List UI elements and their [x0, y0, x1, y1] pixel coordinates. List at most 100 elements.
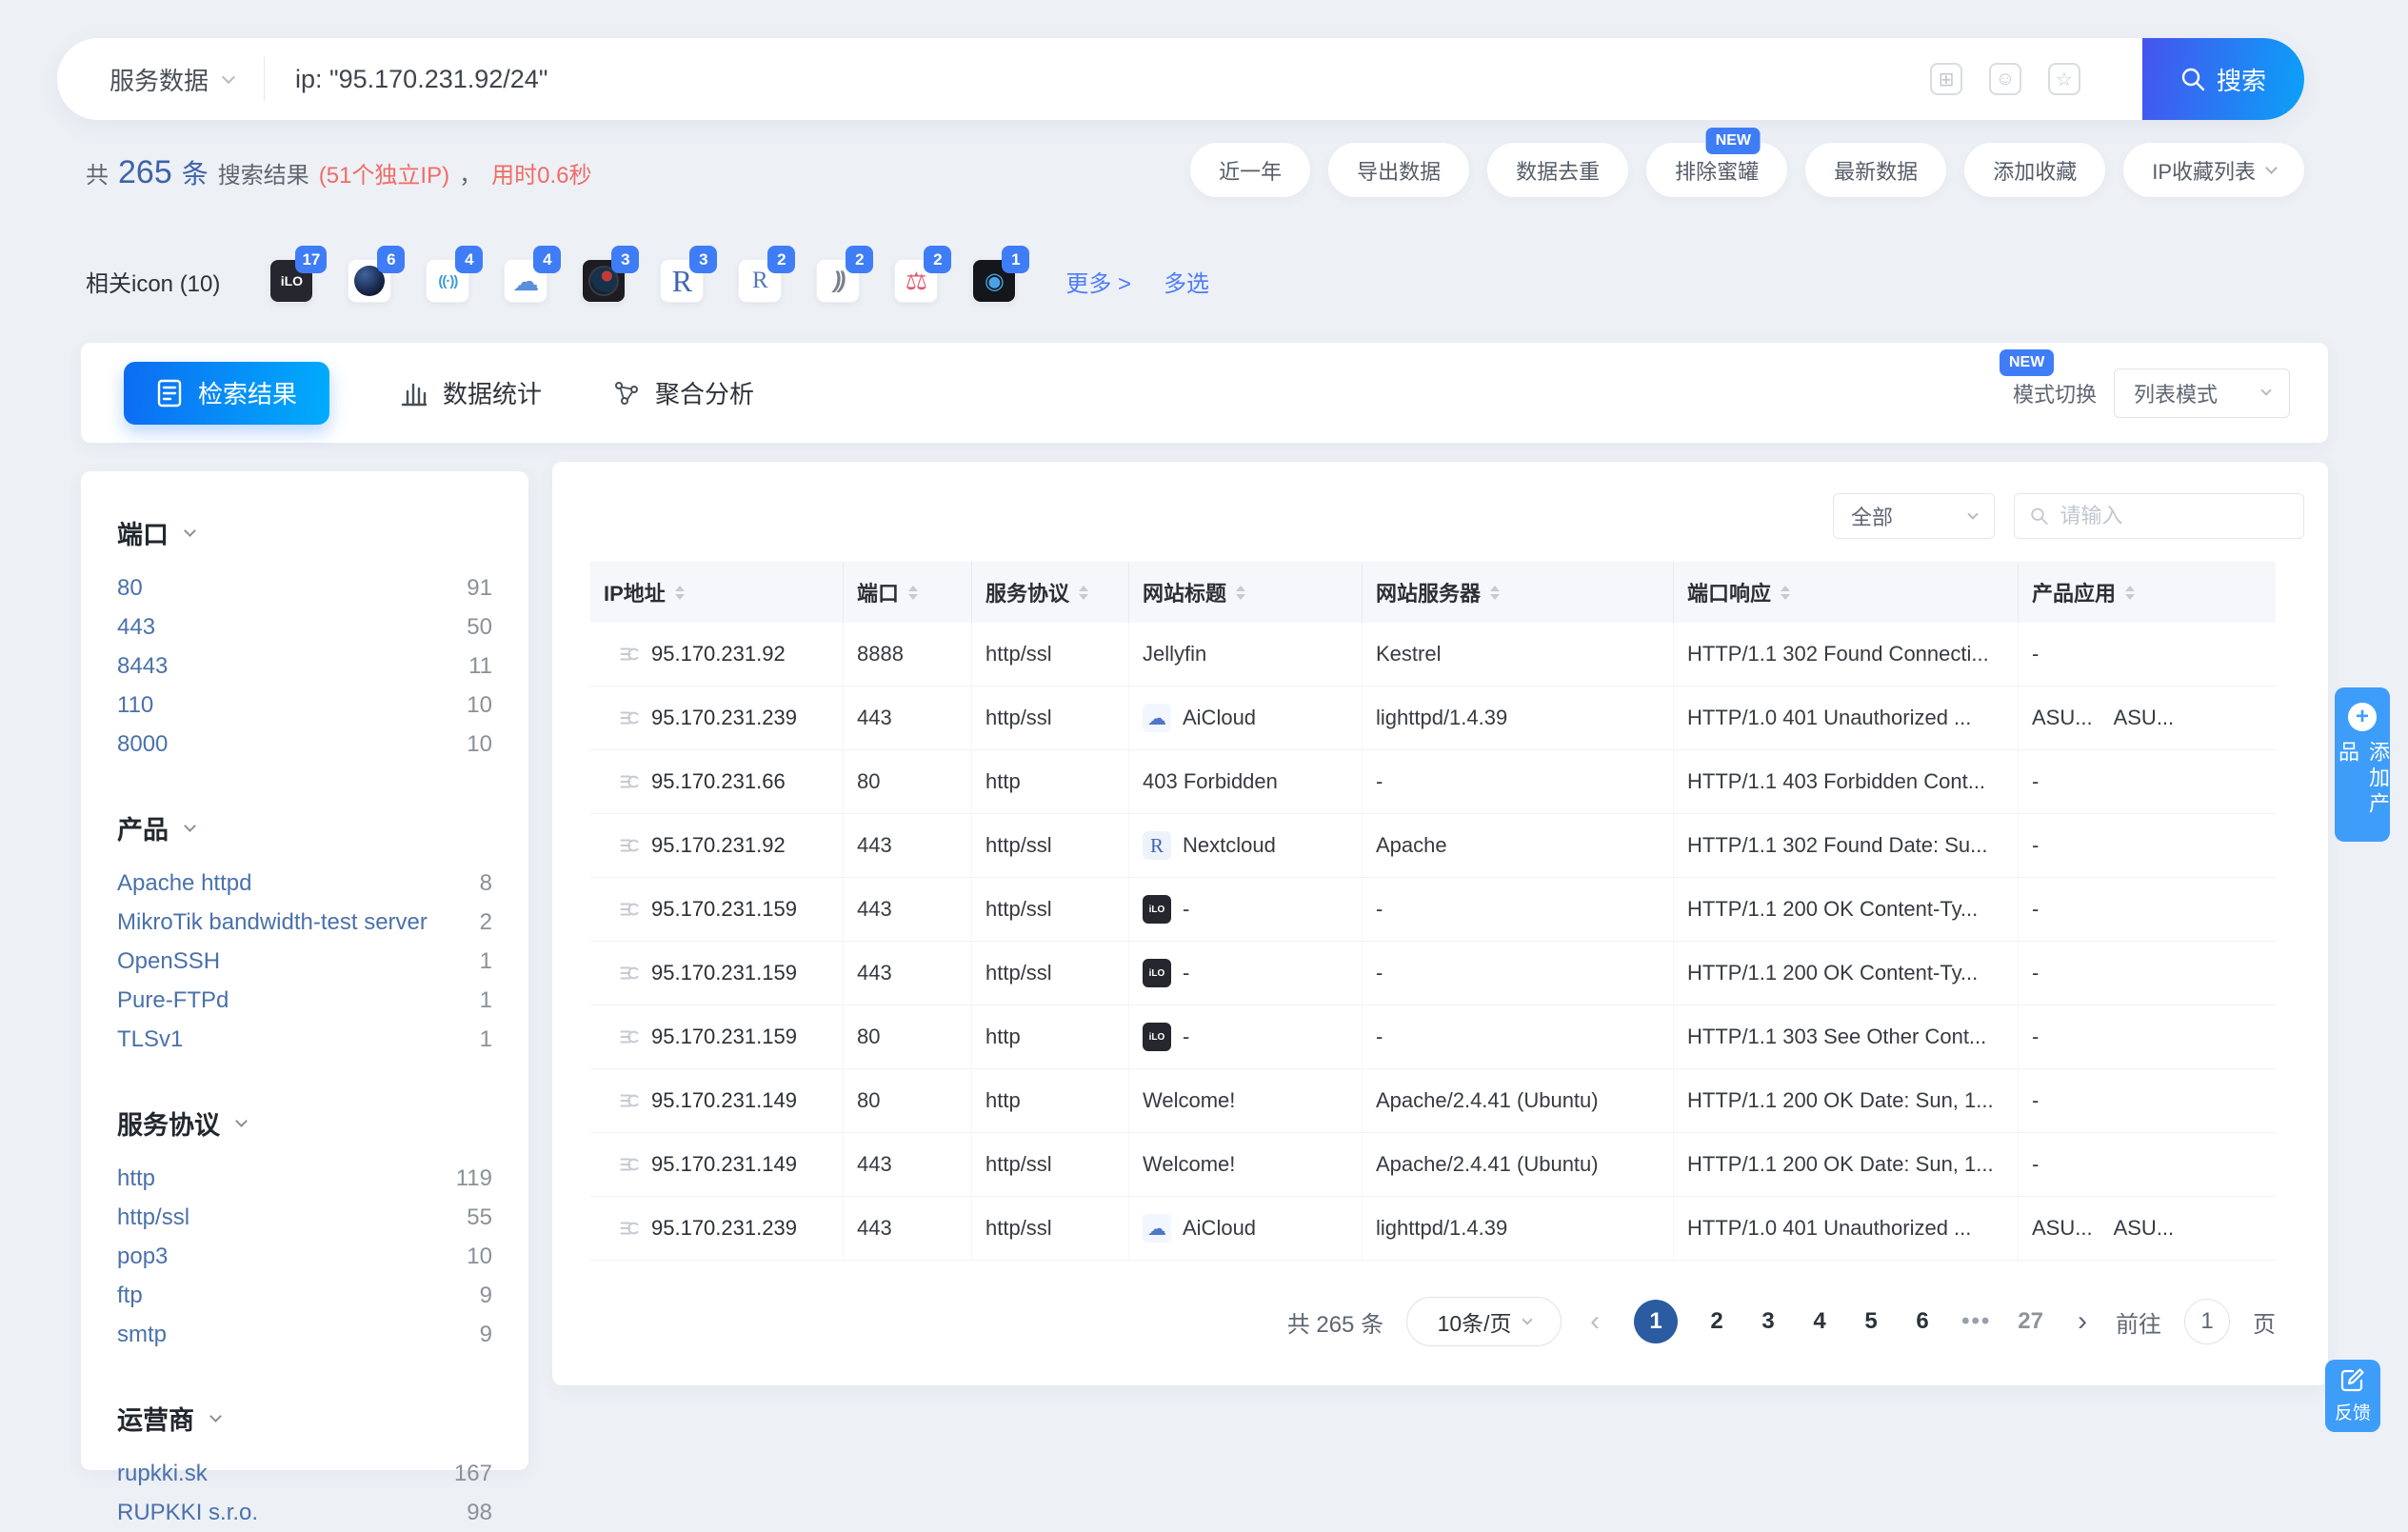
- tab-search-results[interactable]: 检索结果: [124, 362, 329, 425]
- table-row[interactable]: 95.170.231.66 80 http 403 Forbidden - HT…: [590, 750, 2276, 814]
- facet-item-name[interactable]: http: [117, 1165, 155, 1192]
- ip-cell[interactable]: 95.170.231.159: [590, 1005, 843, 1068]
- ip-address[interactable]: 95.170.231.66: [651, 769, 786, 794]
- table-row[interactable]: 95.170.231.92 443 http/ssl Nextcloud Apa…: [590, 814, 2276, 878]
- sort-icon[interactable]: [1490, 586, 1500, 600]
- facet-item-name[interactable]: ftp: [117, 1283, 143, 1309]
- action-button[interactable]: IP收藏列表: [2123, 143, 2304, 197]
- sort-icon[interactable]: [1236, 586, 1245, 600]
- ip-detail-icon[interactable]: [619, 1154, 640, 1175]
- ip-address[interactable]: 95.170.231.239: [651, 706, 797, 730]
- ip-detail-icon[interactable]: [619, 835, 640, 856]
- facet-item[interactable]: OpenSSH 1: [117, 942, 492, 981]
- table-header-cell[interactable]: 服务协议: [971, 562, 1128, 623]
- facet-item-name[interactable]: rupkki.sk: [117, 1461, 208, 1487]
- per-page-select[interactable]: 10条/页: [1406, 1297, 1562, 1346]
- sort-icon[interactable]: [908, 586, 918, 600]
- related-icon-item[interactable]: 6: [348, 259, 391, 303]
- ip-address[interactable]: 95.170.231.159: [651, 961, 797, 985]
- facet-item[interactable]: TLSv1 1: [117, 1020, 492, 1059]
- facet-section-title[interactable]: 服务协议: [117, 1104, 492, 1142]
- page-button[interactable]: 2: [1704, 1308, 1729, 1335]
- facet-item-name[interactable]: 443: [117, 614, 155, 641]
- action-button[interactable]: 导出数据: [1328, 143, 1469, 197]
- star-frame-icon[interactable]: ☆: [2048, 63, 2080, 95]
- table-row[interactable]: 95.170.231.149 80 http Welcome! Apache/2…: [590, 1069, 2276, 1133]
- ip-cell[interactable]: 95.170.231.92: [590, 814, 843, 877]
- search-button[interactable]: 搜索: [2142, 38, 2304, 120]
- facet-item-name[interactable]: http/ssl: [117, 1204, 189, 1231]
- facet-item[interactable]: smtp 9: [117, 1315, 492, 1354]
- action-button[interactable]: NEW 排除蜜罐: [1646, 143, 1787, 197]
- page-button[interactable]: 4: [1807, 1308, 1832, 1335]
- facet-item-name[interactable]: pop3: [117, 1244, 168, 1270]
- page-button[interactable]: 1: [1634, 1300, 1678, 1343]
- goto-page-input[interactable]: 1: [2184, 1299, 2230, 1344]
- facet-item[interactable]: ftp 9: [117, 1276, 492, 1315]
- facet-section-title[interactable]: 产品: [117, 809, 492, 846]
- facet-item[interactable]: rupkki.sk 167: [117, 1454, 492, 1493]
- more-link[interactable]: 更多 >: [1065, 265, 1131, 298]
- sort-icon[interactable]: [2125, 586, 2135, 600]
- ip-cell[interactable]: 95.170.231.159: [590, 878, 843, 941]
- table-header-cell[interactable]: 端口: [843, 562, 971, 623]
- table-header-cell[interactable]: 网站服务器: [1362, 562, 1673, 623]
- page-button[interactable]: 5: [1859, 1308, 1883, 1335]
- search-input[interactable]: [295, 65, 1930, 94]
- facet-item[interactable]: 8000 10: [117, 725, 492, 764]
- related-icon-item[interactable]: R 2: [738, 259, 782, 303]
- facet-section-title[interactable]: 运营商: [117, 1400, 492, 1437]
- facet-item-name[interactable]: OpenSSH: [117, 948, 220, 975]
- ip-cell[interactable]: 95.170.231.239: [590, 1197, 843, 1260]
- ip-detail-icon[interactable]: [619, 644, 640, 665]
- table-row[interactable]: 95.170.231.149 443 http/ssl Welcome! Apa…: [590, 1133, 2276, 1197]
- facet-item-name[interactable]: TLSv1: [117, 1026, 183, 1053]
- related-icon-item[interactable]: )) 2: [816, 259, 860, 303]
- search-category-select[interactable]: 服务数据: [109, 62, 233, 97]
- ip-address[interactable]: 95.170.231.239: [651, 1216, 797, 1241]
- ip-address[interactable]: 95.170.231.159: [651, 897, 797, 922]
- related-icon-item[interactable]: ◉ 1: [972, 259, 1016, 303]
- chat-frame-icon[interactable]: ☺: [1989, 63, 2021, 95]
- table-row[interactable]: 95.170.231.239 443 http/ssl AiCloud ligh…: [590, 686, 2276, 750]
- facet-item-name[interactable]: Pure-FTPd: [117, 987, 229, 1014]
- ip-cell[interactable]: 95.170.231.92: [590, 623, 843, 686]
- facet-item[interactable]: 80 91: [117, 568, 492, 607]
- table-header-cell[interactable]: 产品应用: [2018, 562, 2276, 623]
- ip-cell[interactable]: 95.170.231.149: [590, 1133, 843, 1196]
- facet-item-name[interactable]: 80: [117, 575, 143, 602]
- ip-detail-icon[interactable]: [619, 963, 640, 984]
- facet-item-name[interactable]: 8000: [117, 731, 168, 758]
- ip-detail-icon[interactable]: [619, 1026, 640, 1047]
- action-button[interactable]: 数据去重: [1487, 143, 1628, 197]
- facet-item-name[interactable]: MikroTik bandwidth-test server: [117, 909, 428, 936]
- ip-cell[interactable]: 95.170.231.66: [590, 750, 843, 813]
- table-header-cell[interactable]: 端口响应: [1673, 562, 2018, 623]
- facet-item[interactable]: pop3 10: [117, 1237, 492, 1276]
- feedback-button[interactable]: 反馈: [2325, 1360, 2380, 1432]
- view-mode-select[interactable]: 列表模式: [2114, 368, 2290, 418]
- sort-icon[interactable]: [1079, 586, 1088, 600]
- add-product-button[interactable]: + 添加产品: [2335, 687, 2390, 842]
- related-icon-item[interactable]: 3: [582, 259, 626, 303]
- facet-section-title[interactable]: 端口: [117, 514, 492, 551]
- facet-item[interactable]: MikroTik bandwidth-test server 2: [117, 903, 492, 942]
- related-icon-item[interactable]: ☁ 4: [504, 259, 547, 303]
- facet-item[interactable]: 110 10: [117, 686, 492, 725]
- ip-address[interactable]: 95.170.231.149: [651, 1152, 797, 1177]
- tab-aggregate-analysis[interactable]: 聚合分析: [613, 375, 754, 410]
- page-button[interactable]: 6: [1910, 1308, 1935, 1335]
- ip-detail-icon[interactable]: [619, 1218, 640, 1239]
- facet-item-name[interactable]: smtp: [117, 1322, 167, 1348]
- ip-detail-icon[interactable]: [619, 899, 640, 920]
- multi-select-link[interactable]: 多选: [1164, 265, 1209, 298]
- prev-page-button[interactable]: ‹: [1584, 1305, 1605, 1338]
- facet-item-name[interactable]: 8443: [117, 653, 168, 680]
- action-button[interactable]: 最新数据: [1805, 143, 1946, 197]
- column-filter-select[interactable]: 全部: [1833, 493, 1995, 539]
- ip-address[interactable]: 95.170.231.159: [651, 1025, 797, 1049]
- ip-detail-icon[interactable]: [619, 771, 640, 792]
- facet-item[interactable]: http/ssl 55: [117, 1198, 492, 1237]
- facet-item[interactable]: 443 50: [117, 607, 492, 647]
- table-search-input[interactable]: [2060, 504, 2288, 528]
